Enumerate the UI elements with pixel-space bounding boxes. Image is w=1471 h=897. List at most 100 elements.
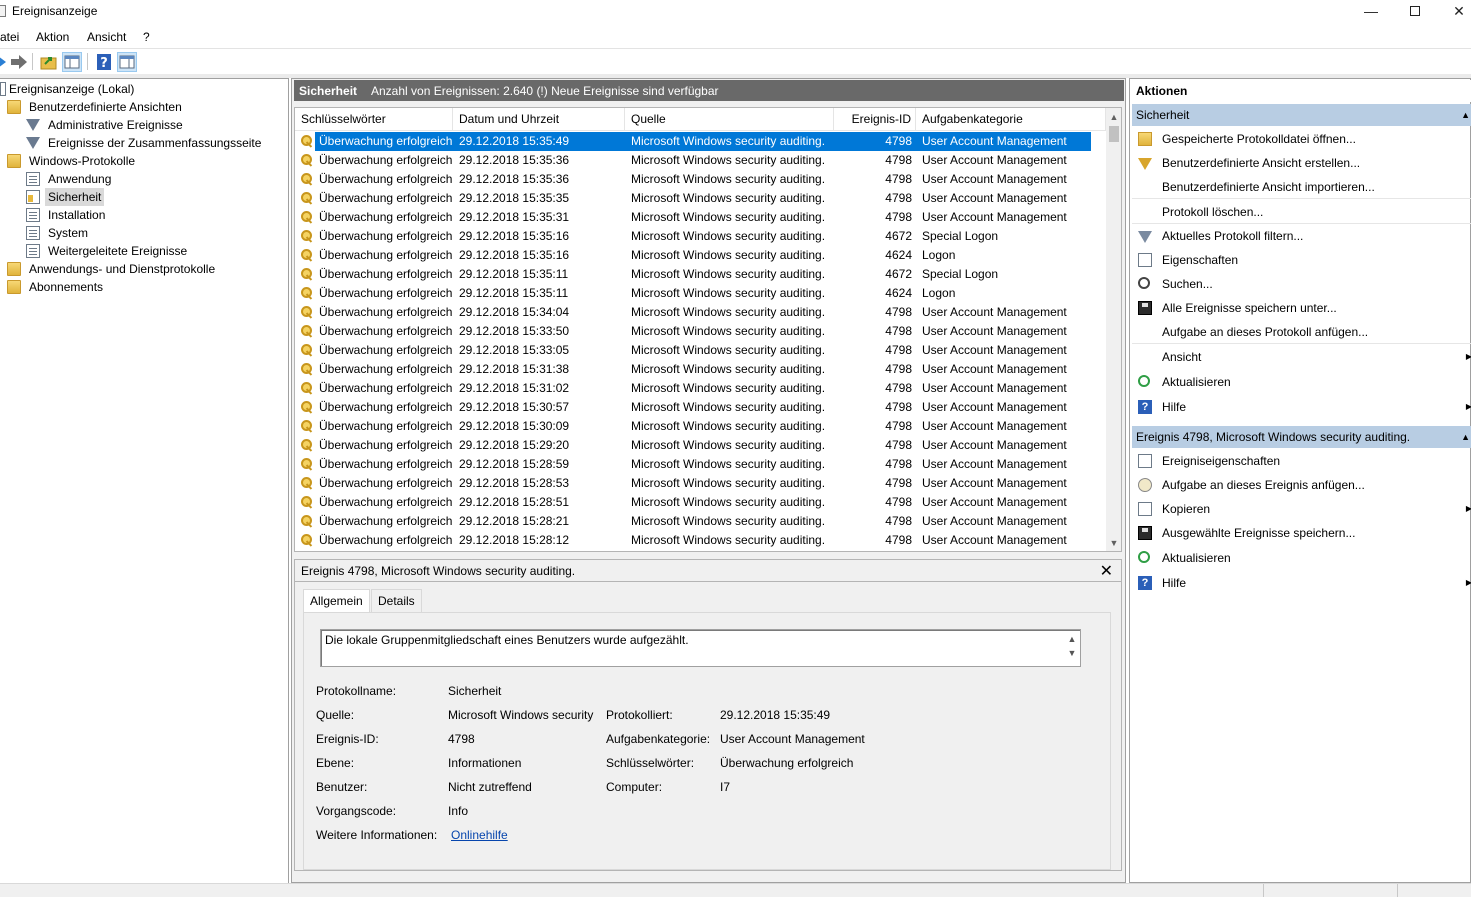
table-row[interactable]: Überwachung erfolgreich 29.12.2018 15:35:… xyxy=(295,189,1106,208)
column-header-datetime[interactable]: Datum und Uhrzeit xyxy=(453,108,625,131)
tree-item-label: Administrative Ereignisse xyxy=(48,118,183,132)
filter-icon xyxy=(26,119,40,131)
action-view[interactable]: Ansicht ▶ xyxy=(1132,345,1471,369)
cell-keywords: Überwachung erfolgreich xyxy=(319,400,453,414)
action-event-properties[interactable]: Ereigniseigenschaften xyxy=(1132,449,1471,473)
tab-details[interactable]: Details xyxy=(371,589,422,612)
detail-header: Ereignis 4798, Microsoft Windows securit… xyxy=(295,560,1121,582)
table-row[interactable]: Überwachung erfolgreich 29.12.2018 15:28:… xyxy=(295,512,1106,531)
action-find[interactable]: Suchen... xyxy=(1132,272,1471,296)
table-row[interactable]: Überwachung erfolgreich 29.12.2018 15:28:… xyxy=(295,474,1106,493)
table-row[interactable]: Überwachung erfolgreich 29.12.2018 15:28:… xyxy=(295,493,1106,512)
actions-section-log[interactable]: Sicherheit ▲ xyxy=(1132,104,1471,126)
task-icon xyxy=(1138,478,1152,492)
action-help[interactable]: ? Hilfe ▶ xyxy=(1132,395,1471,419)
maximize-button[interactable] xyxy=(1392,0,1438,22)
app-icon xyxy=(0,5,6,17)
forward-icon[interactable] xyxy=(9,52,29,72)
event-description: Die lokale Gruppenmitgliedschaft eines B… xyxy=(325,633,689,647)
minimize-button[interactable]: — xyxy=(1348,0,1394,22)
up-folder-icon[interactable] xyxy=(39,52,59,72)
table-row[interactable]: Überwachung erfolgreich 29.12.2018 15:35:… xyxy=(295,151,1106,170)
action-refresh[interactable]: Aktualisieren xyxy=(1132,370,1471,394)
table-row[interactable]: Überwachung erfolgreich 29.12.2018 15:29:… xyxy=(295,436,1106,455)
action-import-custom-view[interactable]: Benutzerdefinierte Ansicht importieren..… xyxy=(1132,175,1471,199)
cell-id: 4798 xyxy=(885,419,912,433)
help-icon[interactable]: ? xyxy=(94,52,114,72)
table-row[interactable]: Überwachung erfolgreich 29.12.2018 15:33:… xyxy=(295,322,1106,341)
event-description-box[interactable]: Die lokale Gruppenmitgliedschaft eines B… xyxy=(320,629,1081,667)
status-divider xyxy=(1263,884,1264,897)
column-header-source[interactable]: Quelle xyxy=(625,108,834,131)
table-row[interactable]: Überwachung erfolgreich 29.12.2018 15:35:… xyxy=(295,246,1106,265)
audit-success-key-icon xyxy=(301,477,314,490)
audit-success-key-icon xyxy=(301,496,314,509)
scroll-up-icon[interactable]: ▲ xyxy=(1106,109,1121,125)
cell-id: 4798 xyxy=(885,305,912,319)
tree-item-label: Anwendungs- und Dienstprotokolle xyxy=(29,262,216,276)
table-row[interactable]: Überwachung erfolgreich 29.12.2018 15:35:… xyxy=(295,227,1106,246)
action-create-custom-view[interactable]: Benutzerdefinierte Ansicht erstellen... xyxy=(1132,151,1471,175)
action-event-help[interactable]: ? Hilfe ▶ xyxy=(1132,571,1471,595)
scroll-thumb[interactable] xyxy=(1109,126,1119,142)
cell-datetime: 29.12.2018 15:35:11 xyxy=(459,286,569,300)
value-opcode: Info xyxy=(448,804,469,818)
submenu-arrow-icon: ▶ xyxy=(1465,402,1471,411)
table-row[interactable]: Überwachung erfolgreich 29.12.2018 15:35:… xyxy=(295,170,1106,189)
table-row[interactable]: Überwachung erfolgreich 29.12.2018 15:35:… xyxy=(295,284,1106,303)
online-help-link[interactable]: Onlinehilfe xyxy=(451,828,508,842)
audit-success-key-icon xyxy=(301,534,314,547)
action-save-all-events[interactable]: Alle Ereignisse speichern unter... xyxy=(1132,296,1471,320)
cell-category: User Account Management xyxy=(922,191,1067,205)
cell-id: 4798 xyxy=(885,438,912,452)
tree-item-label: Ereignisanzeige (Lokal) xyxy=(9,82,135,96)
table-row[interactable]: Überwachung erfolgreich 29.12.2018 15:28:… xyxy=(295,531,1106,550)
tree-item-label: Abonnements xyxy=(29,280,104,294)
menu-action[interactable]: Aktion xyxy=(36,30,69,44)
table-row[interactable]: Überwachung erfolgreich 29.12.2018 15:31:… xyxy=(295,360,1106,379)
audit-success-key-icon xyxy=(301,363,314,376)
column-header-keywords[interactable]: Schlüsselwörter xyxy=(295,108,453,131)
table-row[interactable]: Überwachung erfolgreich 29.12.2018 15:35:… xyxy=(295,265,1106,284)
action-clear-log[interactable]: Protokoll löschen... xyxy=(1132,200,1471,224)
table-row[interactable]: Überwachung erfolgreich 29.12.2018 15:34:… xyxy=(295,303,1106,322)
vertical-scrollbar[interactable]: ▲ ▼ xyxy=(1106,108,1121,551)
cell-keywords: Überwachung erfolgreich xyxy=(319,514,453,528)
action-properties[interactable]: Eigenschaften xyxy=(1132,248,1471,272)
cell-keywords: Überwachung erfolgreich xyxy=(319,305,453,319)
toolbar: ? xyxy=(0,50,1471,74)
table-row[interactable]: Überwachung erfolgreich 29.12.2018 15:28:… xyxy=(295,455,1106,474)
status-bar xyxy=(0,883,1471,897)
table-row[interactable]: Überwachung erfolgreich 29.12.2018 15:30:… xyxy=(295,398,1106,417)
column-header-category[interactable]: Aufgabenkategorie xyxy=(916,108,1106,131)
action-label: Ansicht xyxy=(1162,350,1202,364)
show-action-pane-button[interactable] xyxy=(117,52,137,72)
actions-section-event[interactable]: Ereignis 4798, Microsoft Windows securit… xyxy=(1132,426,1471,448)
close-button[interactable]: ✕ xyxy=(1436,0,1471,22)
menu-help[interactable]: ? xyxy=(143,30,150,44)
menu-file[interactable]: atei xyxy=(0,30,19,44)
column-header-event-id[interactable]: Ereignis-ID xyxy=(834,108,916,131)
description-scrollbar[interactable]: ▲ ▼ xyxy=(1064,630,1080,666)
table-row[interactable]: Überwachung erfolgreich 29.12.2018 15:35:… xyxy=(295,208,1106,227)
scroll-down-icon[interactable]: ▼ xyxy=(1106,535,1121,551)
action-copy[interactable]: Kopieren ▶ xyxy=(1132,497,1471,521)
table-row[interactable]: Überwachung erfolgreich 29.12.2018 15:31:… xyxy=(295,379,1106,398)
properties-icon xyxy=(1138,253,1152,267)
tab-general[interactable]: Allgemein xyxy=(303,589,370,613)
cell-datetime: 29.12.2018 15:35:16 xyxy=(459,229,570,243)
action-attach-task-event[interactable]: Aufgabe an dieses Ereignis anfügen... xyxy=(1132,473,1471,497)
action-open-saved-log[interactable]: Gespeicherte Protokolldatei öffnen... xyxy=(1132,127,1471,151)
table-row[interactable]: Überwachung erfolgreich 29.12.2018 15:33:… xyxy=(295,341,1106,360)
table-row[interactable]: Überwachung erfolgreich 29.12.2018 15:35:… xyxy=(295,132,1106,151)
detail-close-button[interactable]: ✕ xyxy=(1100,561,1113,581)
action-attach-task-log[interactable]: Aufgabe an dieses Protokoll anfügen... xyxy=(1132,320,1471,344)
action-filter-current-log[interactable]: Aktuelles Protokoll filtern... xyxy=(1132,224,1471,248)
action-save-selected-events[interactable]: Ausgewählte Ereignisse speichern... xyxy=(1132,521,1471,545)
audit-success-key-icon xyxy=(301,458,314,471)
table-row[interactable]: Überwachung erfolgreich 29.12.2018 15:30:… xyxy=(295,417,1106,436)
action-event-refresh[interactable]: Aktualisieren xyxy=(1132,546,1471,570)
navigation-tree: Ereignisanzeige (Lokal) Benutzerdefinier… xyxy=(0,78,289,883)
menu-view[interactable]: Ansicht xyxy=(87,30,126,44)
show-hide-tree-button[interactable] xyxy=(62,52,82,72)
